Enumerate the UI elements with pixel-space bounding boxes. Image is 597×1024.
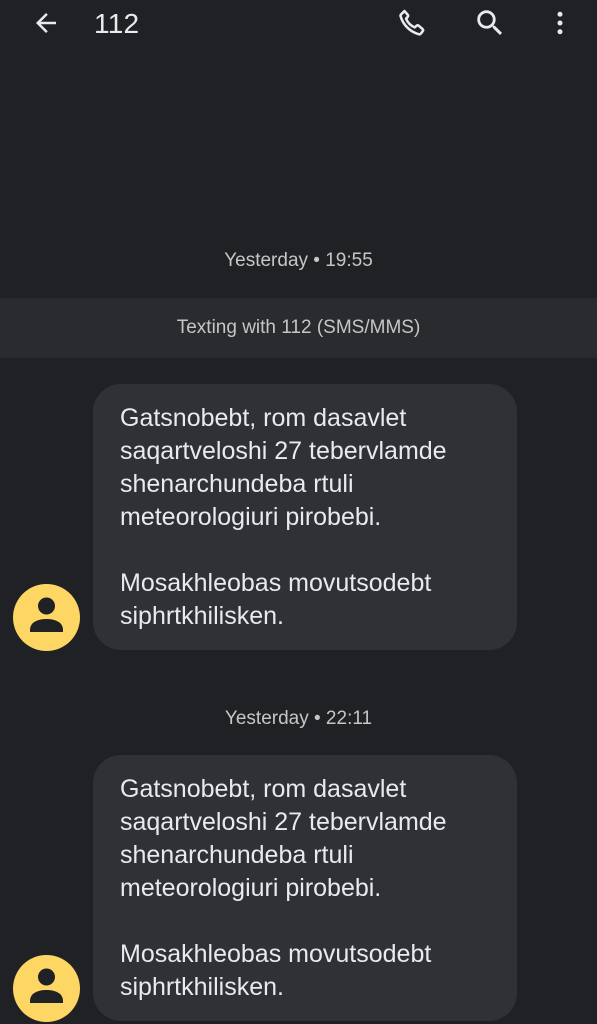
sender-avatar[interactable]: [13, 584, 80, 651]
more-vert-icon: [557, 11, 563, 35]
top-app-bar: 112: [0, 0, 597, 48]
arrow-back-icon: [36, 13, 56, 33]
search-icon: [477, 10, 503, 36]
more-options-button[interactable]: [538, 1, 582, 45]
search-button[interactable]: [468, 1, 512, 45]
message-timestamp: Yesterday • 22:11: [224, 708, 373, 729]
person-icon: [30, 597, 63, 632]
conversation-title: 112: [94, 8, 140, 39]
texting-with-banner: Texting with 112 (SMS/MMS): [0, 298, 597, 358]
message-bubble[interactable]: Gatsnobebt, rom dasavlet saqartveloshi 2…: [93, 755, 517, 1021]
conversation-screen: 112 Yesterday • 19:55 Texting with 112 (…: [0, 0, 597, 1024]
sender-avatar[interactable]: [13, 955, 80, 1022]
phone-icon: [399, 9, 425, 36]
call-button[interactable]: [390, 1, 434, 45]
message-bubble[interactable]: Gatsnobebt, rom dasavlet saqartveloshi 2…: [93, 384, 517, 650]
message-timestamp: Yesterday • 19:55: [224, 250, 373, 271]
back-button[interactable]: [24, 1, 68, 45]
person-icon: [30, 968, 63, 1003]
banner-text: Texting with 112 (SMS/MMS): [176, 317, 421, 338]
